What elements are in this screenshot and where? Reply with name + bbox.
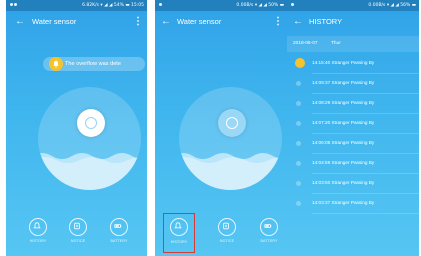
alert-message: The overflow was dete — [65, 61, 121, 67]
battery-icon — [110, 218, 128, 236]
dot-icon — [296, 181, 301, 186]
history-entry-text: 14:09:37 Stranger Passing By — [312, 80, 375, 85]
dot-icon — [296, 81, 301, 86]
water-wave-graphic — [38, 153, 141, 190]
history-label: HISTORY — [29, 239, 47, 243]
history-button[interactable]: HISTORY — [163, 213, 195, 253]
network-speed: 6.82K/s — [82, 3, 99, 8]
notice-icon — [218, 218, 236, 236]
more-vertical-icon[interactable]: ⋮ — [273, 16, 283, 28]
history-entry-text: 14:07:20 Stranger Passing By — [312, 120, 375, 125]
list-item[interactable]: 14:09:37 Stranger Passing By — [287, 74, 419, 94]
history-screen: 0.00B/s ▾ ◢ ◢ 56% ▬ ← HISTORY 2018-06-07… — [287, 0, 419, 256]
list-item[interactable]: 14:03:37 Stranger Passing By — [287, 194, 419, 214]
status-bar: 0.00B/s ▾ ◢ ◢ 50% ▬ — [155, 0, 287, 11]
history-button[interactable]: HISTORY — [20, 216, 56, 250]
list-item[interactable]: 14:07:20 Stranger Passing By — [287, 114, 419, 134]
battery-percent: 50% — [268, 3, 279, 8]
list-item[interactable]: 14:15:40 Stranger Passing By — [287, 54, 419, 74]
history-entry-text: 14:06:08 Stranger Passing By — [312, 140, 375, 145]
list-item[interactable]: 14:03:50 Stranger Passing By — [287, 174, 419, 194]
notification-icon — [14, 3, 17, 6]
history-entry-text: 14:04:59 Stranger Passing By — [312, 160, 375, 165]
notice-icon — [69, 218, 87, 236]
dot-icon — [296, 201, 301, 206]
dot-icon — [296, 161, 301, 166]
history-entry-text: 14:03:50 Stranger Passing By — [312, 180, 375, 185]
status-bar: 6.82K/s ▾ ◢ ◢ 54% ▬ 15:05 — [6, 0, 147, 11]
history-date: 2018-06-07 — [293, 41, 318, 46]
notification-icon — [10, 3, 13, 6]
notice-button[interactable]: NOTICE — [60, 216, 96, 250]
notification-icon — [291, 3, 294, 6]
network-speed: 0.00B/s — [236, 3, 254, 8]
battery-percent: 56% — [400, 3, 411, 8]
water-sensor-icon — [77, 109, 105, 137]
bell-icon — [170, 218, 188, 236]
list-item[interactable]: 14:08:29 Stranger Passing By — [287, 94, 419, 114]
bell-icon — [29, 218, 47, 236]
battery-label: BATTERY — [110, 239, 128, 243]
dot-icon — [296, 101, 301, 106]
bottom-nav: HISTORY NOTICE BATTERY — [155, 208, 287, 256]
list-item[interactable]: 14:06:08 Stranger Passing By — [287, 134, 419, 154]
history-entry-text: 14:03:37 Stranger Passing By — [312, 200, 375, 205]
water-sensor-icon — [218, 109, 246, 137]
water-wave-graphic — [179, 153, 282, 190]
notice-label: NOTICE — [70, 239, 86, 243]
notice-button[interactable]: NOTICE — [209, 216, 245, 250]
water-sensor-screen-history-selected: 0.00B/s ▾ ◢ ◢ 50% ▬ ← Water sensor ⋮ HIS… — [155, 0, 287, 256]
page-title: Water sensor — [32, 17, 77, 26]
bottom-nav: HISTORY NOTICE BATTERY — [6, 208, 147, 256]
top-bar: ← Water sensor ⋮ — [6, 12, 147, 34]
notification-icon — [159, 3, 162, 6]
history-day: Thur — [331, 41, 341, 46]
notice-label: NOTICE — [219, 239, 235, 243]
alert-bell-icon — [49, 57, 63, 71]
page-title: Water sensor — [177, 17, 222, 26]
dot-icon — [296, 141, 301, 146]
alert-bell-icon — [295, 58, 305, 68]
more-vertical-icon[interactable]: ⋮ — [133, 16, 143, 28]
dot-icon — [296, 121, 301, 126]
network-speed: 0.00B/s — [368, 3, 386, 8]
back-arrow-icon[interactable]: ← — [293, 15, 303, 29]
sensor-status-circle — [179, 87, 282, 190]
top-bar: ← Water sensor ⋮ — [155, 12, 287, 34]
battery-percent: 54% — [113, 3, 124, 8]
history-entry-text: 14:08:29 Stranger Passing By — [312, 100, 375, 105]
water-sensor-screen: 6.82K/s ▾ ◢ ◢ 54% ▬ 15:05 ← Water sensor… — [6, 0, 147, 256]
history-label: HISTORY — [170, 240, 188, 244]
battery-label: BATTERY — [260, 239, 278, 243]
list-item[interactable]: 14:04:59 Stranger Passing By — [287, 154, 419, 174]
back-arrow-icon[interactable]: ← — [161, 15, 171, 29]
top-bar: ← HISTORY — [287, 12, 419, 34]
back-arrow-icon[interactable]: ← — [15, 15, 25, 29]
battery-button[interactable]: BATTERY — [251, 216, 287, 250]
divider — [312, 213, 419, 214]
sensor-status-circle — [38, 87, 141, 190]
battery-button[interactable]: BATTERY — [101, 216, 137, 250]
history-entry-text: 14:15:40 Stranger Passing By — [312, 60, 375, 65]
status-bar: 0.00B/s ▾ ◢ ◢ 56% ▬ — [287, 0, 419, 11]
status-time: 15:05 — [131, 3, 144, 8]
battery-icon — [260, 218, 278, 236]
history-date-header: 2018-06-07 Thur — [287, 36, 419, 52]
page-title: HISTORY — [309, 17, 343, 26]
